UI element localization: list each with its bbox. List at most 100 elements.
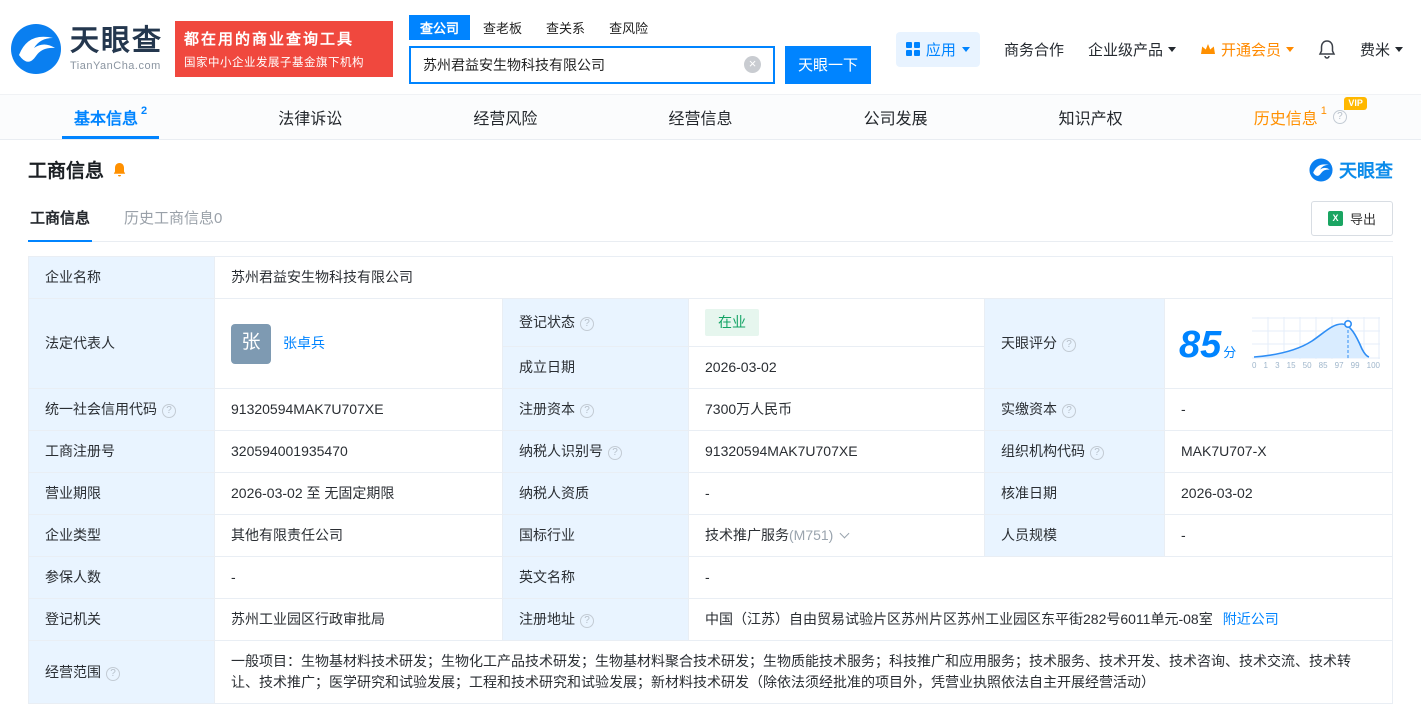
- help-icon[interactable]: ?: [1332, 110, 1347, 124]
- search-input[interactable]: [423, 56, 745, 73]
- table-row: 登记机关 苏州工业园区行政审批局 注册地址? 中国（江苏）自由贸易试验片区苏州片…: [28, 598, 1393, 641]
- nav-business-cooperation[interactable]: 商务合作: [1004, 39, 1064, 60]
- tab-label: 法律诉讼: [278, 111, 343, 128]
- help-icon[interactable]: ?: [580, 404, 594, 418]
- tab-label: 知识产权: [1058, 111, 1123, 128]
- subtab-business-info[interactable]: 工商信息: [28, 195, 93, 242]
- search-area: 查公司 查老板 查关系 查风险 × 天眼一下: [409, 14, 872, 84]
- search-tab-risk[interactable]: 查风险: [598, 15, 659, 40]
- tab-label: 公司发展: [863, 111, 928, 128]
- reg-capital-label: 注册资本?: [502, 388, 689, 431]
- tab-intellectual-property[interactable]: 知识产权: [1033, 95, 1149, 139]
- tab-label: 历史信息: [1253, 111, 1318, 128]
- caret-down-icon: [961, 47, 970, 56]
- export-button-label: 导出: [1349, 211, 1376, 227]
- reg-capital-value: 7300万人民币: [688, 388, 985, 431]
- reg-authority-value: 苏州工业园区行政审批局: [214, 598, 503, 641]
- approval-date-label: 核准日期: [984, 472, 1165, 515]
- subtab-label: 工商信息: [30, 210, 91, 227]
- user-menu[interactable]: 费米: [1360, 39, 1403, 60]
- top-header: 天眼查 TianYanCha.com 都在用的商业查询工具 国家中小企业发展子基…: [0, 0, 1421, 94]
- table-row: 经营范围? 一般项目：生物基材料技术研发；生物化工产品技术研发；生物基材料聚合技…: [28, 640, 1393, 704]
- company-type-value: 其他有限责任公司: [214, 514, 503, 557]
- subtab-history-business-info[interactable]: 历史工商信息0: [122, 195, 224, 242]
- taxpayer-id-label: 纳税人识别号?: [502, 430, 689, 473]
- search-tab-boss[interactable]: 查老板: [472, 15, 533, 40]
- help-icon[interactable]: ?: [1062, 338, 1076, 352]
- establish-date-label: 成立日期: [502, 346, 689, 389]
- nearby-companies-link[interactable]: 附近公司: [1223, 611, 1279, 627]
- tab-history-info[interactable]: VIP 历史信息 1 ?: [1228, 95, 1373, 139]
- chevron-down-icon[interactable]: [839, 528, 850, 539]
- apps-menu[interactable]: 应用: [895, 31, 980, 67]
- table-row: 法定代表人 张 张卓兵 登记状态? 在业 天眼评分? 85 分 0 1 3 15…: [28, 298, 1393, 389]
- apps-grid-icon: [905, 42, 920, 56]
- tab-count: 2: [141, 105, 148, 117]
- search-row: × 天眼一下: [409, 45, 872, 84]
- company-nav-tabs: 基本信息 2 法律诉讼 经营风险 经营信息 公司发展 知识产权 VIP 历史信息…: [0, 94, 1421, 140]
- crown-icon: [1200, 44, 1215, 54]
- taxpayer-id-value: 91320594MAK7U707XE: [688, 430, 985, 473]
- english-name-label: 英文名称: [502, 556, 689, 599]
- tab-business-info[interactable]: 经营信息: [642, 95, 758, 139]
- promo-line1: 都在用的商业查询工具: [184, 31, 355, 48]
- taxpayer-qual-label: 纳税人资质: [502, 472, 689, 515]
- company-name-label: 企业名称: [28, 256, 215, 299]
- reg-status-value: 在业: [688, 298, 985, 347]
- logo-text: 天眼查 TianYanCha.com: [70, 26, 163, 72]
- brand-domain: TianYanCha.com: [70, 59, 161, 72]
- industry-value: 技术推广服务(M751): [688, 514, 985, 557]
- tab-basic-info[interactable]: 基本信息 2: [48, 95, 173, 139]
- search-box: ×: [409, 45, 776, 84]
- tab-legal-proceedings[interactable]: 法律诉讼: [252, 95, 368, 139]
- company-type-label: 企业类型: [28, 514, 215, 557]
- caret-down-icon: [1167, 47, 1176, 56]
- user-name: 费米: [1359, 41, 1390, 59]
- nav-enterprise-label: 企业级产品: [1087, 41, 1163, 59]
- tab-label: 经营风险: [473, 111, 538, 128]
- credit-code-label: 统一社会信用代码?: [28, 388, 215, 431]
- top-nav: 应用 商务合作 企业级产品 开通会员 费米: [895, 31, 1403, 67]
- english-name-value: -: [688, 556, 1393, 599]
- export-button[interactable]: X 导出: [1310, 200, 1393, 236]
- excel-icon: X: [1327, 210, 1343, 226]
- help-icon[interactable]: ?: [1062, 404, 1076, 418]
- nav-open-vip[interactable]: 开通会员: [1200, 39, 1294, 60]
- credit-code-value: 91320594MAK7U707XE: [214, 388, 503, 431]
- org-code-label: 组织机构代码?: [984, 430, 1165, 473]
- score-number: 85 分: [1179, 323, 1237, 366]
- help-icon[interactable]: ?: [1090, 446, 1104, 460]
- help-icon[interactable]: ?: [162, 404, 176, 418]
- establish-date-value: 2026-03-02: [688, 346, 985, 389]
- tianyancha-watermark-text: 天眼查: [1339, 160, 1393, 181]
- table-row: 工商注册号 320594001935470 纳税人识别号? 91320594MA…: [28, 430, 1393, 473]
- legal-rep-avatar[interactable]: 张: [231, 323, 271, 364]
- clear-icon[interactable]: ×: [744, 56, 762, 73]
- tianyancha-logo[interactable]: 天眼查 TianYanCha.com: [10, 23, 163, 75]
- org-code-value: MAK7U707-X: [1164, 430, 1393, 473]
- tab-operational-risk[interactable]: 经营风险: [447, 95, 563, 139]
- score-unit: 分: [1223, 344, 1237, 360]
- tab-company-development[interactable]: 公司发展: [838, 95, 954, 139]
- taxpayer-qual-value: -: [688, 472, 985, 515]
- search-tab-company[interactable]: 查公司: [409, 14, 471, 40]
- legal-rep-link[interactable]: 张卓兵: [283, 333, 325, 354]
- apps-menu-label: 应用: [925, 41, 956, 59]
- notification-bell-icon[interactable]: [1318, 39, 1336, 59]
- nav-enterprise-products[interactable]: 企业级产品: [1088, 39, 1176, 60]
- score-chart-ticks: 01 3 15 50 85 97 99 100: [1252, 361, 1380, 370]
- approval-date-value: 2026-03-02: [1164, 472, 1393, 515]
- help-icon[interactable]: ?: [608, 446, 622, 460]
- help-icon[interactable]: ?: [106, 666, 120, 681]
- section-header: 工商信息 天眼查: [28, 156, 1393, 183]
- help-icon[interactable]: ?: [580, 614, 594, 628]
- nav-vip-label: 开通会员: [1220, 41, 1281, 59]
- subtab-row: 工商信息 历史工商信息0 X 导出: [28, 195, 1393, 242]
- search-button[interactable]: 天眼一下: [785, 45, 872, 84]
- promo-line2: 国家中小企业发展子基金旗下机构: [184, 57, 365, 69]
- search-tab-relation[interactable]: 查关系: [535, 15, 596, 40]
- help-icon[interactable]: ?: [580, 317, 594, 331]
- subtab-label: 历史工商信息0: [124, 210, 223, 227]
- tab-count: 1: [1320, 105, 1327, 117]
- subscribe-bell-icon[interactable]: [112, 162, 127, 178]
